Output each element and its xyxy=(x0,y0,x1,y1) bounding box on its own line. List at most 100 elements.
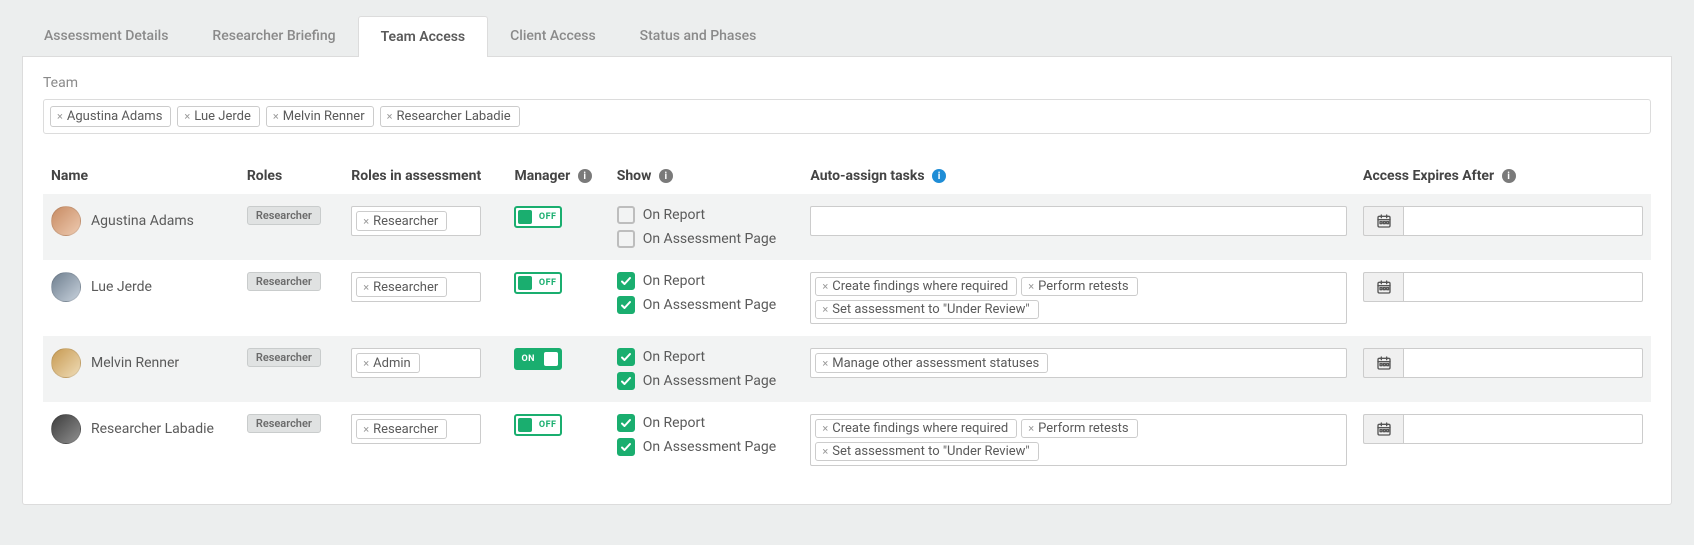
tab-status-and-phases[interactable]: Status and Phases xyxy=(618,16,779,56)
access-expires-input[interactable] xyxy=(1403,414,1643,444)
roles-in-assessment-input[interactable]: × Researcher xyxy=(351,414,481,444)
tag[interactable]: × Create findings where required xyxy=(815,419,1017,438)
access-expires-input[interactable] xyxy=(1403,272,1643,302)
toggle-label: OFF xyxy=(539,212,557,222)
team-table: Name Roles Roles in assessment Manager i… xyxy=(43,158,1651,478)
tab-team-access[interactable]: Team Access xyxy=(358,16,489,57)
close-icon[interactable]: × xyxy=(822,304,828,315)
tag[interactable]: × Create findings where required xyxy=(815,277,1017,296)
tag[interactable]: ×Perform retests xyxy=(1021,419,1137,438)
show-on-report-checkbox[interactable] xyxy=(617,348,635,366)
team-chip[interactable]: × Lue Jerde xyxy=(177,106,259,127)
tag-label: Create findings where required xyxy=(832,421,1008,436)
close-icon[interactable]: × xyxy=(822,281,828,292)
calendar-icon-button[interactable] xyxy=(1363,348,1403,378)
tag[interactable]: × Researcher xyxy=(356,277,447,297)
tag-label: Admin xyxy=(373,356,411,371)
close-icon[interactable]: × xyxy=(822,423,828,434)
tag[interactable]: × Perform retests xyxy=(1021,277,1137,296)
tab-assessment-details[interactable]: Assessment Details xyxy=(22,16,190,56)
tag[interactable]: ×Set assessment to "Under Review" xyxy=(815,300,1038,319)
info-icon[interactable]: i xyxy=(1502,169,1516,183)
show-on-assessment-page-checkbox[interactable] xyxy=(617,372,635,390)
manager-toggle[interactable]: ON xyxy=(514,348,562,370)
close-icon[interactable]: × xyxy=(387,111,393,122)
tag[interactable]: × Researcher xyxy=(356,211,447,231)
tag[interactable]: ×Set assessment to "Under Review" xyxy=(815,442,1038,461)
team-chip[interactable]: ×Researcher Labadie xyxy=(380,106,520,127)
tag-label: Perform retests xyxy=(1038,279,1128,294)
col-manager-label: Manager xyxy=(514,168,570,184)
tag[interactable]: × Manage other assessment statuses xyxy=(815,353,1048,373)
avatar xyxy=(51,272,81,302)
tag[interactable]: × Researcher xyxy=(356,419,447,439)
table-row: Lue JerdeResearcher×ResearcherOFFOn Repo… xyxy=(43,260,1651,336)
auto-assign-input[interactable] xyxy=(810,206,1347,236)
access-expires-input[interactable] xyxy=(1403,348,1643,378)
show-on-assessment-page-checkbox[interactable] xyxy=(617,438,635,456)
calendar-icon-button[interactable] xyxy=(1363,272,1403,302)
tab-client-access[interactable]: Client Access xyxy=(488,16,618,56)
tag[interactable]: × Admin xyxy=(356,353,419,373)
tag-label: Researcher xyxy=(373,280,438,295)
tag-label: Researcher xyxy=(373,422,438,437)
table-row: Researcher Labadie Researcher × Researcher O… xyxy=(43,402,1651,478)
manager-toggle[interactable]: OFF xyxy=(514,414,562,436)
close-icon[interactable]: × xyxy=(273,111,279,122)
roles-in-assessment-input[interactable]: × Researcher xyxy=(351,206,481,236)
avatar xyxy=(51,348,81,378)
close-icon[interactable]: × xyxy=(1028,423,1034,434)
close-icon[interactable]: × xyxy=(184,111,190,122)
show-on-report-checkbox[interactable] xyxy=(617,414,635,432)
team-chip-label: Agustina Adams xyxy=(67,109,163,124)
access-expires-input[interactable] xyxy=(1403,206,1643,236)
role-badge: Researcher xyxy=(247,272,321,291)
roles-in-assessment-input[interactable]: × Researcher xyxy=(351,272,481,302)
team-chip[interactable]: × Melvin Renner xyxy=(266,106,374,127)
col-show: Show i xyxy=(609,158,803,194)
info-icon[interactable]: i xyxy=(659,169,673,183)
show-on-assessment-page-checkbox[interactable] xyxy=(617,296,635,314)
show-on-report-checkbox[interactable] xyxy=(617,206,635,224)
manager-toggle[interactable]: OFF xyxy=(514,272,562,294)
show-on-report-checkbox[interactable] xyxy=(617,272,635,290)
checkbox-label: On Assessment Page xyxy=(643,439,776,455)
close-icon[interactable]: × xyxy=(822,446,828,457)
info-icon[interactable]: i xyxy=(932,169,946,183)
close-icon[interactable]: × xyxy=(1028,281,1034,292)
team-chip-input[interactable]: ×Agustina Adams×Lue Jerde×Melvin Renner×… xyxy=(43,99,1651,134)
team-chip-label: Lue Jerde xyxy=(194,109,251,124)
auto-assign-input[interactable]: × Create findings where required ×Perform … xyxy=(810,414,1347,466)
close-icon[interactable]: × xyxy=(363,358,369,369)
info-icon[interactable]: i xyxy=(578,169,592,183)
tabs: Assessment DetailsResearcher BriefingTea… xyxy=(22,16,1672,56)
calendar-icon-button[interactable] xyxy=(1363,414,1403,444)
checkbox-label: On Report xyxy=(643,349,705,365)
tab-researcher-briefing[interactable]: Researcher Briefing xyxy=(190,16,357,56)
tag-label: Create findings where required xyxy=(832,279,1008,294)
role-badge: Researcher xyxy=(247,414,321,433)
col-access-expires-label: Access Expires After xyxy=(1363,168,1494,184)
team-chip-label: Researcher Labadie xyxy=(396,109,510,124)
show-on-assessment-page-checkbox[interactable] xyxy=(617,230,635,248)
table-row: Agustina AdamsResearcher×ResearcherOFFOn… xyxy=(43,194,1651,260)
close-icon[interactable]: × xyxy=(363,424,369,435)
team-chip[interactable]: × Agustina Adams xyxy=(50,106,171,127)
tag-label: Researcher xyxy=(373,214,438,229)
close-icon[interactable]: × xyxy=(57,111,63,122)
team-chip-label: Melvin Renner xyxy=(283,109,365,124)
user-name: Melvin Renner xyxy=(91,355,179,371)
team-section-label: Team xyxy=(43,75,1651,91)
col-show-label: Show xyxy=(617,168,652,184)
tag-label: Manage other assessment statuses xyxy=(832,356,1039,371)
close-icon[interactable]: × xyxy=(822,358,828,369)
user-name: Researcher Labadie xyxy=(91,421,214,437)
manager-toggle[interactable]: OFF xyxy=(514,206,562,228)
close-icon[interactable]: × xyxy=(363,282,369,293)
checkbox-label: On Report xyxy=(643,415,705,431)
auto-assign-input[interactable]: × Manage other assessment statuses xyxy=(810,348,1347,378)
close-icon[interactable]: × xyxy=(363,216,369,227)
roles-in-assessment-input[interactable]: × Admin xyxy=(351,348,481,378)
auto-assign-input[interactable]: × Create findings where required × Perform … xyxy=(810,272,1347,324)
calendar-icon-button[interactable] xyxy=(1363,206,1403,236)
